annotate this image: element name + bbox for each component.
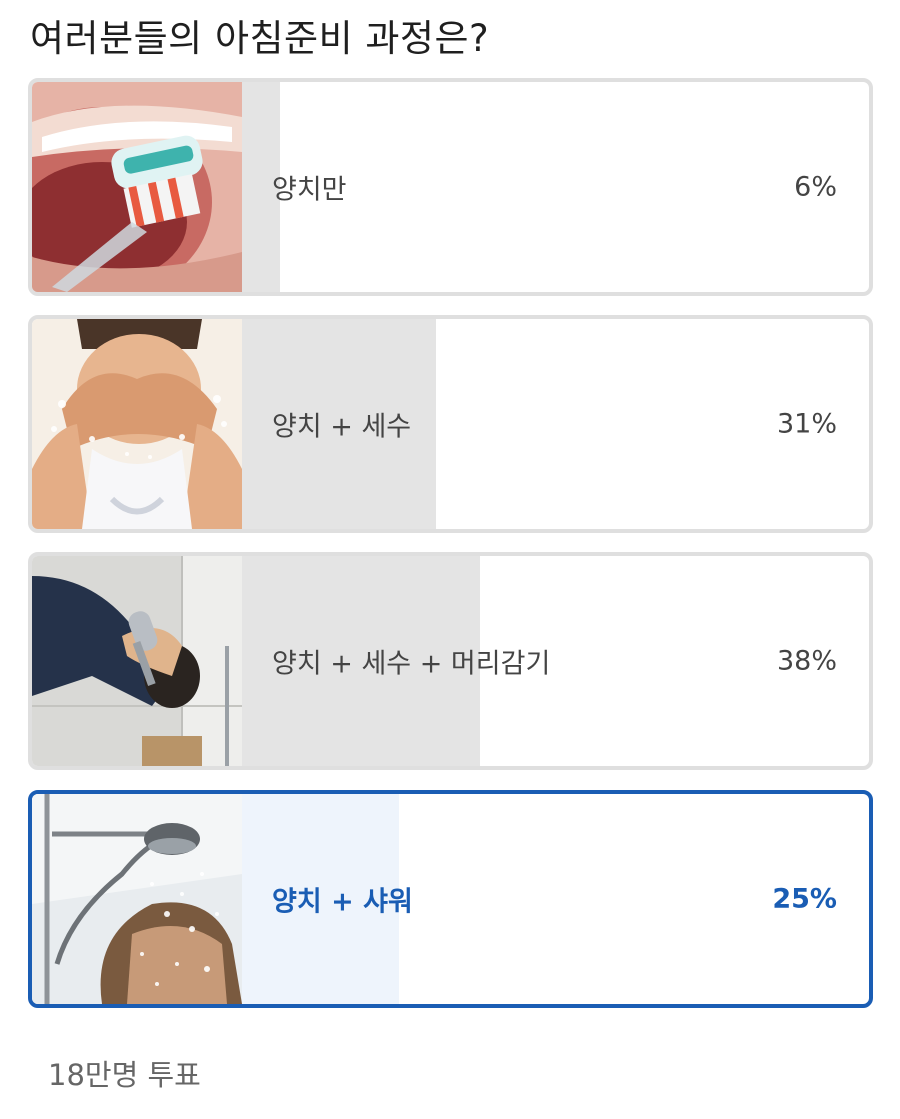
shower-photo [32, 794, 242, 1004]
option-label: 양치만 [272, 174, 347, 206]
option-percent: 25% [772, 883, 837, 915]
option-label: 양치 + 세수 [272, 411, 412, 443]
face-wash-photo [32, 319, 242, 529]
vote-count: 18만명 투표 [48, 1058, 201, 1092]
hair-wash-photo [32, 556, 242, 766]
poll-option-hair-wash[interactable]: 양치 + 세수 + 머리감기 38% [28, 552, 873, 770]
poll-option-face-wash[interactable]: 양치 + 세수 31% [28, 315, 873, 533]
option-percent: 38% [776, 645, 837, 677]
option-label: 양치 + 샤워 [272, 886, 413, 918]
toothbrush-photo [32, 82, 242, 292]
poll-option-brushing[interactable]: 양치만 6% [28, 78, 873, 296]
poll-question: 여러분들의 아침준비 과정은? [30, 17, 490, 60]
option-label: 양치 + 세수 + 머리감기 [272, 648, 551, 680]
poll-option-shower[interactable]: 양치 + 샤워 25% [28, 790, 873, 1008]
option-percent: 6% [794, 171, 837, 203]
option-percent: 31% [776, 408, 837, 440]
